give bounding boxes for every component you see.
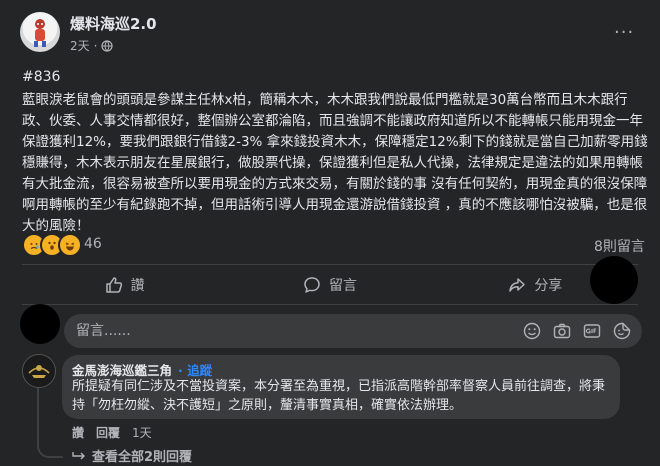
like-button[interactable]: 讚 [22, 266, 227, 304]
comment-input[interactable] [74, 322, 498, 340]
sticker-icon[interactable] [612, 321, 632, 341]
reply-author-avatar[interactable] [22, 354, 56, 388]
reaction-icons[interactable] [22, 233, 82, 257]
share-label: 分享 [534, 278, 563, 294]
comment-count[interactable]: 8則留言 [594, 236, 645, 256]
post-body: 藍眼淚老鼠會的頭頭是參謀主任林x柏，簡稱木木，木木跟我們說最低門檻就是30萬台幣… [22, 92, 648, 234]
view-replies-label: 查看全部2則回覆 [92, 450, 193, 465]
gif-icon[interactable] [582, 321, 602, 341]
haha-reaction-icon [58, 233, 82, 257]
camera-icon[interactable] [552, 321, 572, 341]
action-bar: 讚 留言 分享 [22, 266, 638, 304]
composer-icons [522, 321, 632, 341]
share-icon [509, 278, 526, 292]
post-tag: #836 [22, 69, 61, 85]
comment-label: 留言 [328, 278, 357, 294]
reaction-count[interactable]: 46 [84, 236, 102, 252]
coast-guard-logo-icon [23, 355, 55, 387]
divider [22, 264, 638, 265]
reply-like-link[interactable]: 讚 [72, 424, 84, 441]
mascot-icon [34, 19, 46, 47]
post-meta: 2天 · [70, 37, 114, 54]
comment-icon [304, 277, 320, 293]
emoji-icon[interactable] [522, 321, 542, 341]
post-time[interactable]: 2天 [70, 37, 90, 54]
page-avatar[interactable] [20, 12, 60, 52]
reply-arrow-icon [72, 451, 85, 459]
user-avatar[interactable] [20, 304, 60, 344]
reply-time[interactable]: 1天 [132, 424, 152, 441]
thumbs-up-icon [105, 277, 122, 293]
thread-connector [37, 434, 63, 458]
comment-button[interactable]: 留言 [227, 266, 432, 304]
more-options-icon[interactable]: ··· [614, 22, 634, 43]
reply-reply-link[interactable]: 回覆 [96, 424, 120, 441]
like-label: 讚 [130, 278, 145, 294]
comment-composer[interactable] [64, 314, 642, 348]
divider [22, 304, 638, 305]
globe-icon [101, 39, 114, 52]
page-name[interactable]: 爆料海巡2.0 [70, 13, 157, 34]
reply-text: 所提疑有同仁涉及不當投資案，本分署至為重視，已指派高階幹部率督察人員前往調查，將… [72, 379, 606, 413]
reply-actions: 讚 回覆 1天 [72, 424, 152, 441]
redacted-block [590, 256, 638, 304]
view-replies-link[interactable]: 查看全部2則回覆 [72, 446, 192, 465]
